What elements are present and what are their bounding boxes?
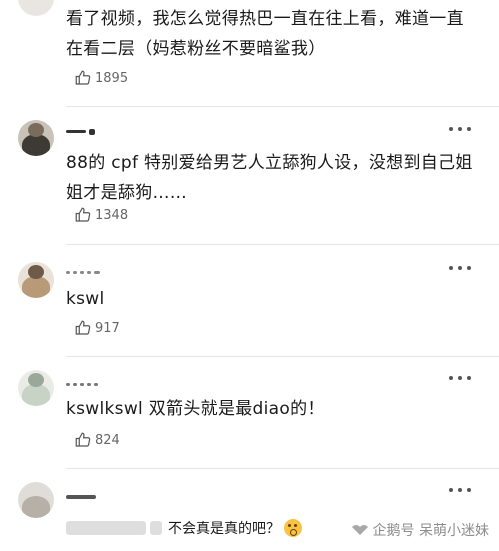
thumbs-up-icon (75, 432, 91, 447)
watermark-text: 企鹅号 呆萌小迷妹 (372, 523, 489, 539)
thumbs-up-icon (75, 70, 91, 85)
username-redacted[interactable] (66, 486, 99, 500)
divider (66, 356, 499, 357)
like-count: 1895 (95, 70, 129, 86)
comment-text: kswl (66, 289, 105, 309)
like-button[interactable]: 917 (74, 318, 120, 338)
like-count: 1348 (95, 207, 129, 223)
comment-text: 看了视频，我怎么觉得热巴一直在往上看，难道一直在看二层（妈惹粉丝不要暗鲨我） (66, 9, 464, 59)
avatar[interactable] (18, 262, 54, 298)
like-button[interactable]: 1348 (74, 205, 128, 225)
thumbs-up-icon (75, 320, 91, 335)
more-dots-icon[interactable] (449, 485, 471, 495)
divider (66, 106, 499, 107)
like-button[interactable]: 824 (74, 430, 120, 450)
comment-text: 88的 cpf 特别爱给男艺人立舔狗人设，没想到自己姐姐才是舔狗…… (66, 153, 473, 203)
avatar[interactable] (18, 0, 54, 16)
thumbs-up-icon (75, 207, 91, 222)
more-dots-icon[interactable] (449, 124, 471, 134)
more-dots-icon[interactable] (449, 263, 471, 273)
like-count: 917 (95, 320, 120, 336)
redacted-text (66, 521, 146, 535)
like-count: 824 (95, 432, 120, 448)
avatar[interactable] (18, 482, 54, 518)
penguin-logo-icon (351, 525, 368, 535)
avatar[interactable] (18, 370, 54, 406)
like-button[interactable]: 1895 (74, 68, 128, 88)
comment-text: 不会真是真的吧？ (168, 521, 280, 537)
astonished-face-emoji (284, 519, 302, 537)
username-redacted[interactable] (66, 374, 101, 388)
redacted-text (150, 521, 162, 535)
more-dots-icon[interactable] (449, 373, 471, 383)
username-redacted[interactable] (66, 121, 98, 135)
username-redacted[interactable] (66, 262, 103, 276)
watermark: 企鹅号 呆萌小迷妹 (351, 520, 489, 540)
divider (66, 468, 499, 469)
comment-text: kswlkswl 双箭头就是最diao的！ (66, 399, 325, 419)
divider (66, 244, 499, 245)
avatar[interactable] (18, 120, 54, 156)
